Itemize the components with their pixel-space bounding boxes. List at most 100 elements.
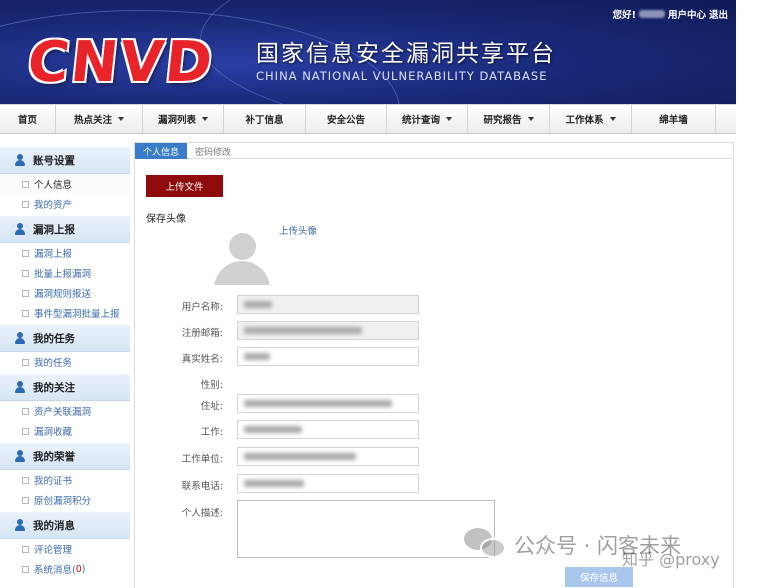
job-field[interactable] bbox=[237, 420, 419, 439]
nav-research-reports[interactable]: 研究报告 bbox=[468, 105, 550, 133]
chevron-down-icon bbox=[609, 117, 616, 121]
address-field[interactable] bbox=[237, 394, 419, 413]
sidebar-item-profile[interactable]: 个人信息 bbox=[0, 174, 130, 194]
username-redacted bbox=[638, 10, 665, 18]
sidebar-item-label: 评论管理 bbox=[34, 545, 73, 556]
bullet-icon bbox=[22, 289, 29, 297]
nav-security-bulletin[interactable]: 安全公告 bbox=[306, 105, 387, 133]
nav-label: 统计查询 bbox=[401, 115, 440, 126]
user-center-link[interactable]: 用户中心 bbox=[668, 7, 706, 21]
logout-link[interactable]: 退出 bbox=[709, 7, 728, 21]
redacted-value bbox=[244, 480, 304, 487]
nav-label: 工作体系 bbox=[565, 115, 604, 126]
bullet-icon bbox=[22, 565, 29, 573]
nav-patches[interactable]: 补丁信息 bbox=[224, 105, 306, 133]
greeting-text: 您好! bbox=[612, 10, 636, 21]
redacted-value bbox=[244, 453, 356, 460]
nav-label: 补丁信息 bbox=[245, 115, 284, 126]
nav-home[interactable]: 首页 bbox=[0, 105, 56, 133]
upload-file-button[interactable]: 上传文件 bbox=[146, 175, 223, 197]
bullet-icon bbox=[22, 269, 29, 277]
nav-vuln-list[interactable]: 漏洞列表 bbox=[143, 105, 224, 133]
tab-password[interactable]: 密码修改 bbox=[187, 143, 239, 159]
row-username: 用户名称: bbox=[135, 295, 733, 315]
nav-work-system[interactable]: 工作体系 bbox=[550, 105, 632, 133]
nav-stats-query[interactable]: 统计查询 bbox=[387, 105, 468, 133]
sidebar-item-label: 我的任务 bbox=[34, 358, 73, 369]
row-realname: 真实姓名: bbox=[135, 347, 733, 367]
row-gender: 性别: bbox=[135, 373, 733, 393]
cnvd-logo[interactable]: CNVD bbox=[25, 30, 218, 95]
sidebar-item-vuln-favorites[interactable]: 漏洞收藏 bbox=[0, 421, 130, 441]
nav-label: 绵羊墙 bbox=[659, 115, 688, 126]
row-phone: 联系电话: bbox=[135, 474, 733, 494]
sidebar-item-report-vuln[interactable]: 漏洞上报 bbox=[0, 243, 130, 263]
sidebar-item-label: 我的资产 bbox=[34, 200, 73, 211]
wechat-icon bbox=[464, 528, 506, 560]
site-title-cn: 国家信息安全漏洞共享平台 bbox=[256, 41, 556, 67]
sidebar-item-comments[interactable]: 评论管理 bbox=[0, 539, 130, 559]
bullet-icon bbox=[22, 358, 29, 366]
redacted-value bbox=[244, 400, 392, 407]
sidebar-section-account[interactable]: 账号设置 bbox=[0, 147, 130, 174]
sidebar: 账号设置 个人信息 我的资产 漏洞上报 漏洞上报 批量上报漏洞 漏洞规则报送 事… bbox=[0, 145, 130, 588]
nav-label: 热点关注 bbox=[73, 115, 112, 126]
email-field bbox=[237, 321, 419, 340]
save-info-button[interactable]: 保存信息 bbox=[565, 567, 633, 587]
nav-label: 研究报告 bbox=[483, 115, 522, 126]
save-avatar-label: 保存头像 bbox=[146, 214, 186, 225]
sidebar-item-event-batch[interactable]: 事件型漏洞批量上报 bbox=[0, 303, 130, 323]
sidebar-item-label: 原创漏洞积分 bbox=[34, 496, 92, 507]
sidebar-item-label: 漏洞收藏 bbox=[34, 427, 73, 438]
sidebar-section-tasks[interactable]: 我的任务 bbox=[0, 325, 130, 352]
section-title: 账号设置 bbox=[33, 154, 75, 167]
sidebar-item-rule-submit[interactable]: 漏洞规则报送 bbox=[0, 283, 130, 303]
email-label: 注册邮箱: bbox=[181, 328, 223, 339]
sidebar-section-report[interactable]: 漏洞上报 bbox=[0, 216, 130, 243]
sidebar-item-label: 个人信息 bbox=[34, 180, 73, 191]
phone-field[interactable] bbox=[237, 474, 419, 493]
sidebar-item-label: 漏洞上报 bbox=[34, 249, 73, 260]
sidebar-item-label: 系统消息( bbox=[34, 565, 76, 576]
sidebar-section-honor[interactable]: 我的荣誉 bbox=[0, 443, 130, 470]
sidebar-item-label: 资产关联漏洞 bbox=[34, 407, 92, 418]
upload-avatar-link[interactable]: 上传头像 bbox=[279, 223, 317, 237]
sidebar-section-messages[interactable]: 我的消息 bbox=[0, 512, 130, 539]
bullet-icon bbox=[22, 249, 29, 257]
sidebar-item-batch-report[interactable]: 批量上报漏洞 bbox=[0, 263, 130, 283]
realname-field[interactable] bbox=[237, 347, 419, 366]
redacted-value bbox=[244, 301, 272, 308]
user-icon bbox=[14, 223, 26, 235]
sidebar-section-follow[interactable]: 我的关注 bbox=[0, 374, 130, 401]
nav-sheep-wall[interactable]: 绵羊墙 bbox=[632, 105, 716, 133]
bullet-icon bbox=[22, 496, 29, 504]
chevron-down-icon bbox=[446, 117, 452, 121]
description-textarea[interactable] bbox=[237, 500, 495, 558]
sidebar-item-system-messages[interactable]: 系统消息(0) bbox=[0, 559, 130, 579]
sidebar-item-my-tasks[interactable]: 我的任务 bbox=[0, 352, 130, 372]
row-job: 工作: bbox=[135, 420, 733, 440]
section-title: 我的关注 bbox=[33, 381, 75, 394]
username-label: 用户名称: bbox=[181, 302, 223, 313]
row-email: 注册邮箱: bbox=[135, 321, 733, 341]
sidebar-item-certificates[interactable]: 我的证书 bbox=[0, 470, 130, 490]
bullet-icon bbox=[22, 200, 29, 208]
company-field[interactable] bbox=[237, 447, 419, 466]
section-title: 我的荣誉 bbox=[33, 450, 75, 463]
description-label: 个人描述: bbox=[181, 508, 223, 519]
sidebar-item-my-assets[interactable]: 我的资产 bbox=[0, 194, 130, 214]
nav-label: 首页 bbox=[17, 115, 37, 126]
company-label: 工作单位: bbox=[181, 454, 223, 465]
user-bar: 您好! 用户中心 退出 bbox=[613, 7, 728, 21]
site-title-en: CHINA NATIONAL VULNERABILITY DATABASE bbox=[256, 69, 548, 83]
bullet-icon bbox=[22, 180, 29, 188]
nav-hot-topics[interactable]: 热点关注 bbox=[56, 105, 143, 133]
sidebar-item-asset-vulns[interactable]: 资产关联漏洞 bbox=[0, 401, 130, 421]
tab-bar: 个人信息 密码修改 bbox=[135, 143, 733, 159]
sidebar-item-label: 事件型漏洞批量上报 bbox=[34, 309, 120, 320]
watermark-text-2: 知乎 @proxy bbox=[622, 550, 720, 569]
nav-label: 安全公告 bbox=[326, 115, 365, 126]
phone-label: 联系电话: bbox=[181, 481, 223, 492]
sidebar-item-original-points[interactable]: 原创漏洞积分 bbox=[0, 490, 130, 510]
tab-profile[interactable]: 个人信息 bbox=[135, 143, 188, 159]
